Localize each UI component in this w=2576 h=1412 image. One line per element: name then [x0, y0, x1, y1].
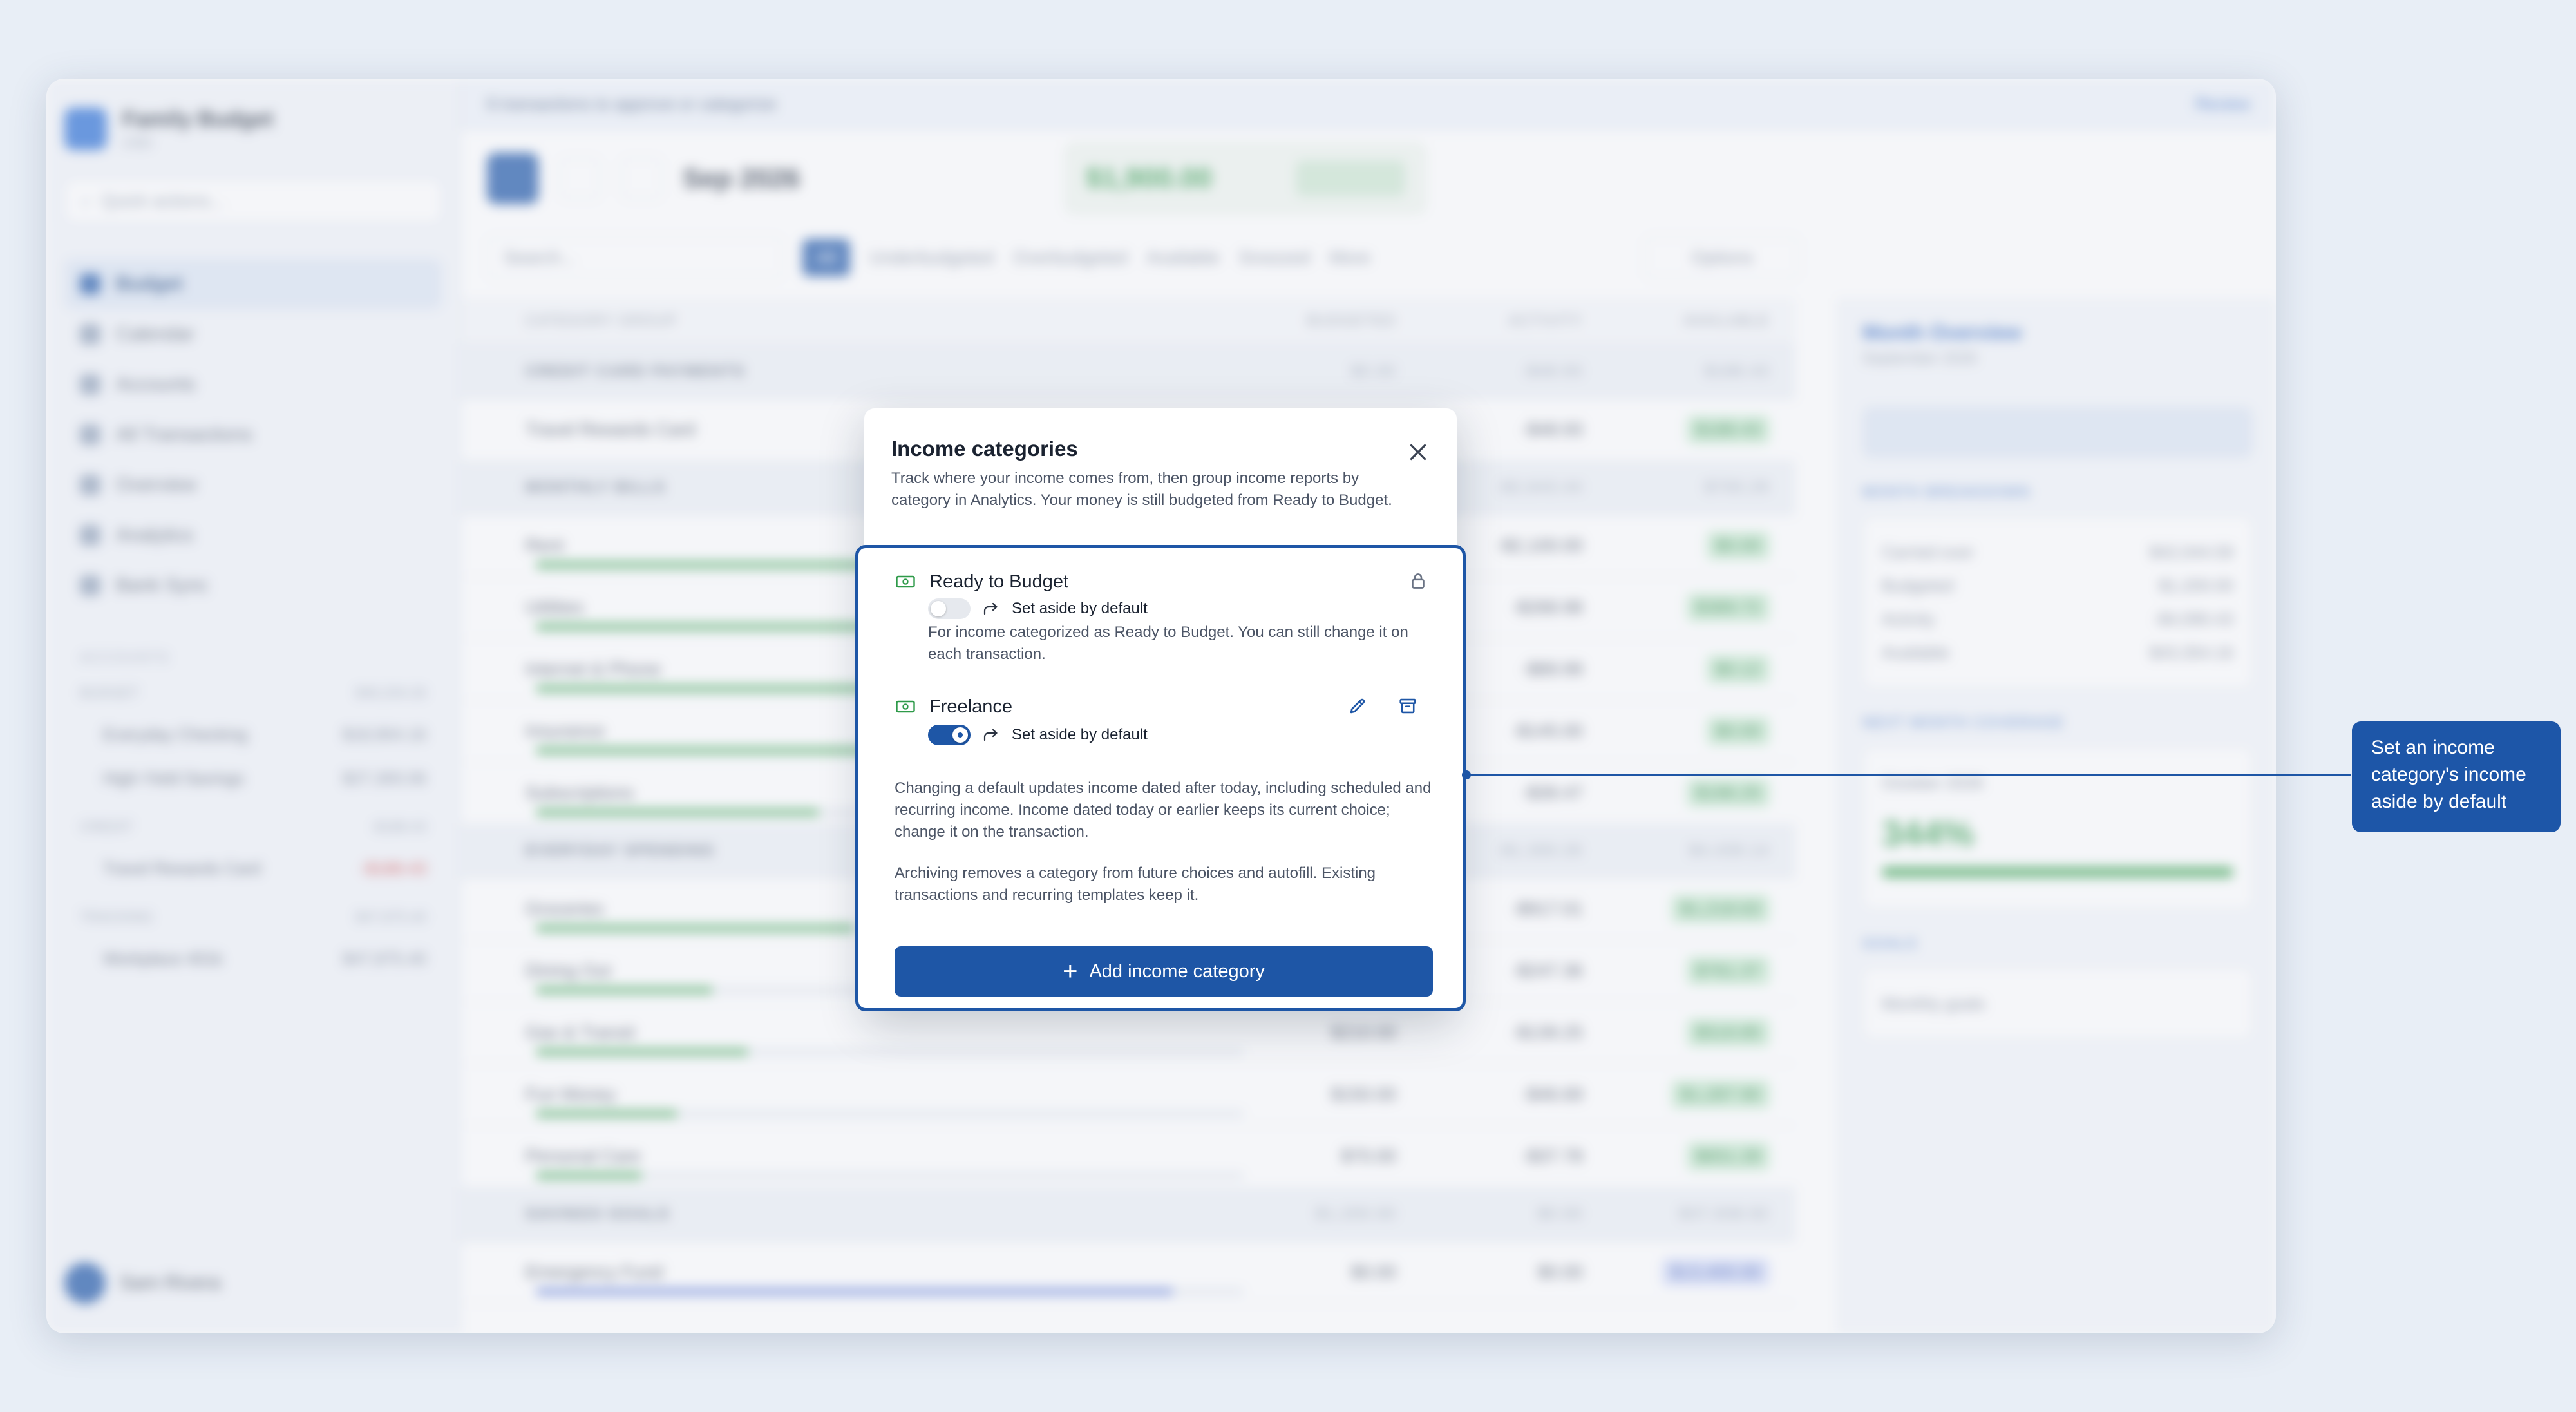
forward-arrow-icon — [983, 729, 998, 741]
dialog-description: Track where your income comes from, then… — [891, 470, 1392, 509]
forward-arrow-icon — [983, 602, 998, 615]
set-aside-toggle[interactable] — [928, 725, 971, 745]
add-income-category-button[interactable]: + Add income category — [895, 946, 1433, 997]
default-change-info: Changing a default updates income dated … — [895, 779, 1432, 841]
income-category-list: Ready to Budget Set aside by default For… — [855, 545, 1466, 1011]
archive-icon — [1399, 698, 1416, 714]
income-categories-dialog: Income categories Track where your incom… — [855, 408, 1466, 1011]
archive-info: Archiving removes a category from future… — [895, 864, 1376, 904]
set-aside-row: Set aside by default — [928, 597, 1148, 620]
lock-icon — [1407, 570, 1429, 592]
close-button[interactable] — [1406, 441, 1430, 464]
archive-category-button[interactable] — [1397, 695, 1419, 717]
add-button-label: Add income category — [1089, 960, 1265, 982]
category-name: Ready to Budget — [929, 571, 1069, 592]
plus-icon: + — [1063, 957, 1078, 986]
category-name: Freelance — [929, 696, 1012, 717]
set-aside-toggle[interactable] — [928, 598, 971, 619]
annotation-callout: Set an income category's income aside by… — [2352, 721, 2561, 832]
toggle-knob — [931, 601, 946, 616]
callout-connector — [1466, 774, 2351, 776]
toggle-knob — [952, 727, 968, 743]
set-aside-label: Set aside by default — [1012, 600, 1148, 617]
cash-icon — [896, 575, 915, 588]
set-aside-row: Set aside by default — [928, 723, 1148, 747]
category-row-ready-to-budget: Ready to Budget — [896, 569, 1068, 595]
close-icon — [1410, 444, 1426, 461]
cash-icon — [896, 700, 915, 713]
pencil-icon — [1350, 698, 1365, 714]
category-row-freelance: Freelance — [896, 694, 1012, 720]
edit-category-button[interactable] — [1347, 695, 1368, 717]
dialog-title: Income categories — [891, 437, 1078, 461]
category-note: For income categorized as Ready to Budge… — [928, 624, 1408, 663]
set-aside-label: Set aside by default — [1012, 726, 1148, 743]
